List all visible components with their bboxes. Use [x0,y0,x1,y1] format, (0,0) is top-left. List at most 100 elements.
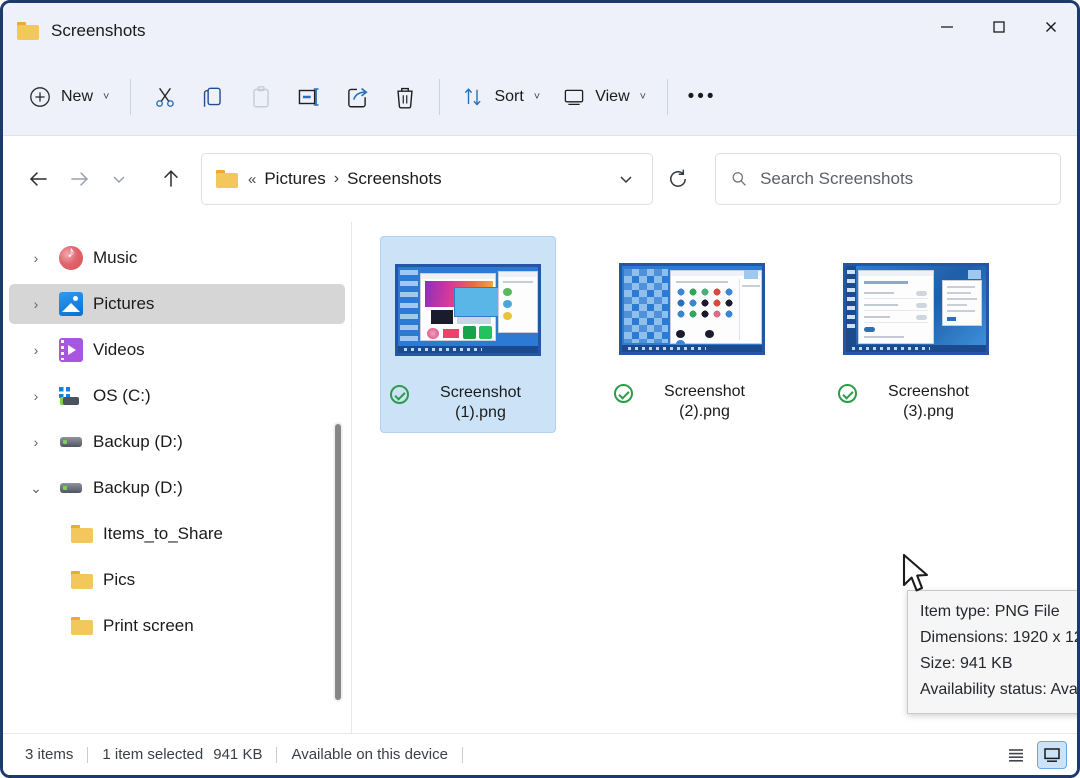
minimize-button[interactable] [921,3,973,51]
chevron-right-icon[interactable]: › [23,296,49,312]
chevron-right-icon[interactable]: › [23,388,49,404]
sidebar-item-print-screen[interactable]: Print screen [9,606,345,646]
folder-icon [71,616,93,636]
chevron-right-icon[interactable]: › [23,342,49,358]
rename-button[interactable] [285,75,333,119]
page-title: Screenshots [51,20,146,40]
drive-icon [59,476,83,500]
arrow-left-icon [29,172,47,186]
cut-button[interactable] [141,75,189,119]
ellipsis-icon: ••• [687,85,717,107]
chevron-right-icon[interactable]: › [23,434,49,450]
view-button[interactable]: View ˅ [551,75,657,119]
sidebar-item-label: Print screen [103,616,194,635]
thumbnail-image-desktop-icons [619,263,765,355]
up-button[interactable] [151,159,191,199]
navigation-pane[interactable]: › Music › Pictures › Videos › OS (C:) › Backup (D… [3,222,351,733]
copy-icon [204,87,222,107]
maximize-button[interactable] [973,3,1025,51]
file-item[interactable]: Screenshot (1).png [380,236,556,434]
file-name-label: Screenshot (3).png [834,382,998,421]
file-list-pane[interactable]: Screenshot (1).png Screenshot (2).png Sc… [352,222,1077,733]
sort-button[interactable]: Sort ˅ [450,75,551,119]
share-button[interactable] [333,75,381,119]
tiles-view-toggle[interactable] [1037,740,1067,769]
search-box[interactable] [715,153,1061,205]
sidebar-item-label: Backup (D:) [93,432,183,451]
sidebar-item-music[interactable]: › Music [9,238,345,278]
paste-button[interactable] [237,75,285,119]
chevron-right-icon[interactable]: › [23,250,49,266]
sidebar-item-items-to-share[interactable]: Items_to_Share [9,514,345,554]
delete-button[interactable] [381,75,429,119]
videos-icon [59,338,83,362]
see-more-button[interactable]: ••• [678,75,726,119]
sidebar-item-label: OS (C:) [93,386,151,405]
sidebar-item-label: Pictures [93,294,155,313]
chevron-down-icon [620,176,632,184]
thumbnail-image-desktop-settings [843,263,989,355]
back-button[interactable] [19,159,59,199]
list-view-toggle[interactable] [1001,741,1031,769]
pictures-icon [59,292,83,316]
view-button-label: View [595,87,630,105]
sidebar-scrollbar[interactable] [333,422,343,702]
new-button[interactable]: New ˅ [17,75,120,119]
sidebar-tree: › Music › Pictures › Videos › OS (C:) › Backup (D… [3,238,351,646]
availability-label: Available on this device [291,746,448,763]
recent-locations-button[interactable] [99,159,139,199]
file-name-text: Screenshot (3).png [888,383,969,420]
refresh-icon [670,169,686,187]
selection-label: 1 item selected [102,746,204,763]
share-icon [348,87,369,107]
command-bar: New ˅ Sort ˅ View ˅ ••• [3,58,1077,136]
chevron-down-icon[interactable]: ⌄ [23,480,49,497]
folder-icon [71,570,93,590]
thumbnail [834,244,998,374]
list-view-icon [1009,748,1023,762]
sidebar-item-os-c[interactable]: › OS (C:) [9,376,345,416]
breadcrumb: « Pictures › Screenshots [248,169,606,189]
new-button-label: New [61,87,94,105]
os-drive-icon [59,384,83,408]
sort-arrows-icon [465,87,482,106]
breadcrumb-item-pictures[interactable]: Pictures [264,169,325,189]
caption-buttons [921,3,1077,51]
scissors-icon [156,87,175,107]
chevron-down-icon: ˅ [103,90,110,103]
chevron-down-icon: ˅ [533,90,541,103]
refresh-button[interactable] [657,157,699,201]
search-input[interactable] [760,169,1046,189]
sidebar-item-label: Items_to_Share [103,524,224,543]
file-name-label: Screenshot (1).png [387,383,549,422]
chevron-down-icon [113,176,125,184]
sidebar-item-pictures[interactable]: › Pictures [9,284,345,324]
sidebar-item-label: Videos [93,340,145,359]
copy-button[interactable] [189,75,237,119]
address-bar[interactable]: « Pictures › Screenshots [201,153,653,205]
mouse-cursor [902,553,929,592]
close-button[interactable] [1025,3,1077,51]
sidebar-item-backup-d[interactable]: › Backup (D:) [9,422,345,462]
arrow-up-icon [164,170,178,187]
divider [667,78,669,115]
trash-icon [397,87,414,109]
sidebar-scrollbar-thumb[interactable] [335,424,341,700]
folder-icon [17,21,39,40]
divider [461,746,463,763]
clipboard-paste-icon [253,85,270,107]
breadcrumb-overflow[interactable]: « [248,171,256,188]
file-item[interactable]: Screenshot (3).png [828,236,1004,433]
file-name-text: Screenshot (1).png [440,384,521,421]
maximize-icon [993,21,1005,33]
selection-size-label: 941 KB [213,746,263,763]
file-item[interactable]: Screenshot (2).png [604,236,780,433]
sidebar-item-videos[interactable]: › Videos [9,330,345,370]
rename-icon [299,87,319,106]
forward-button[interactable] [59,159,99,199]
breadcrumb-item-screenshots[interactable]: Screenshots [347,169,442,189]
address-dropdown-button[interactable] [606,157,646,201]
sidebar-item-pics[interactable]: Pics [9,560,345,600]
thumbnail [387,245,549,375]
sidebar-item-backup-d[interactable]: ⌄ Backup (D:) [9,468,345,508]
